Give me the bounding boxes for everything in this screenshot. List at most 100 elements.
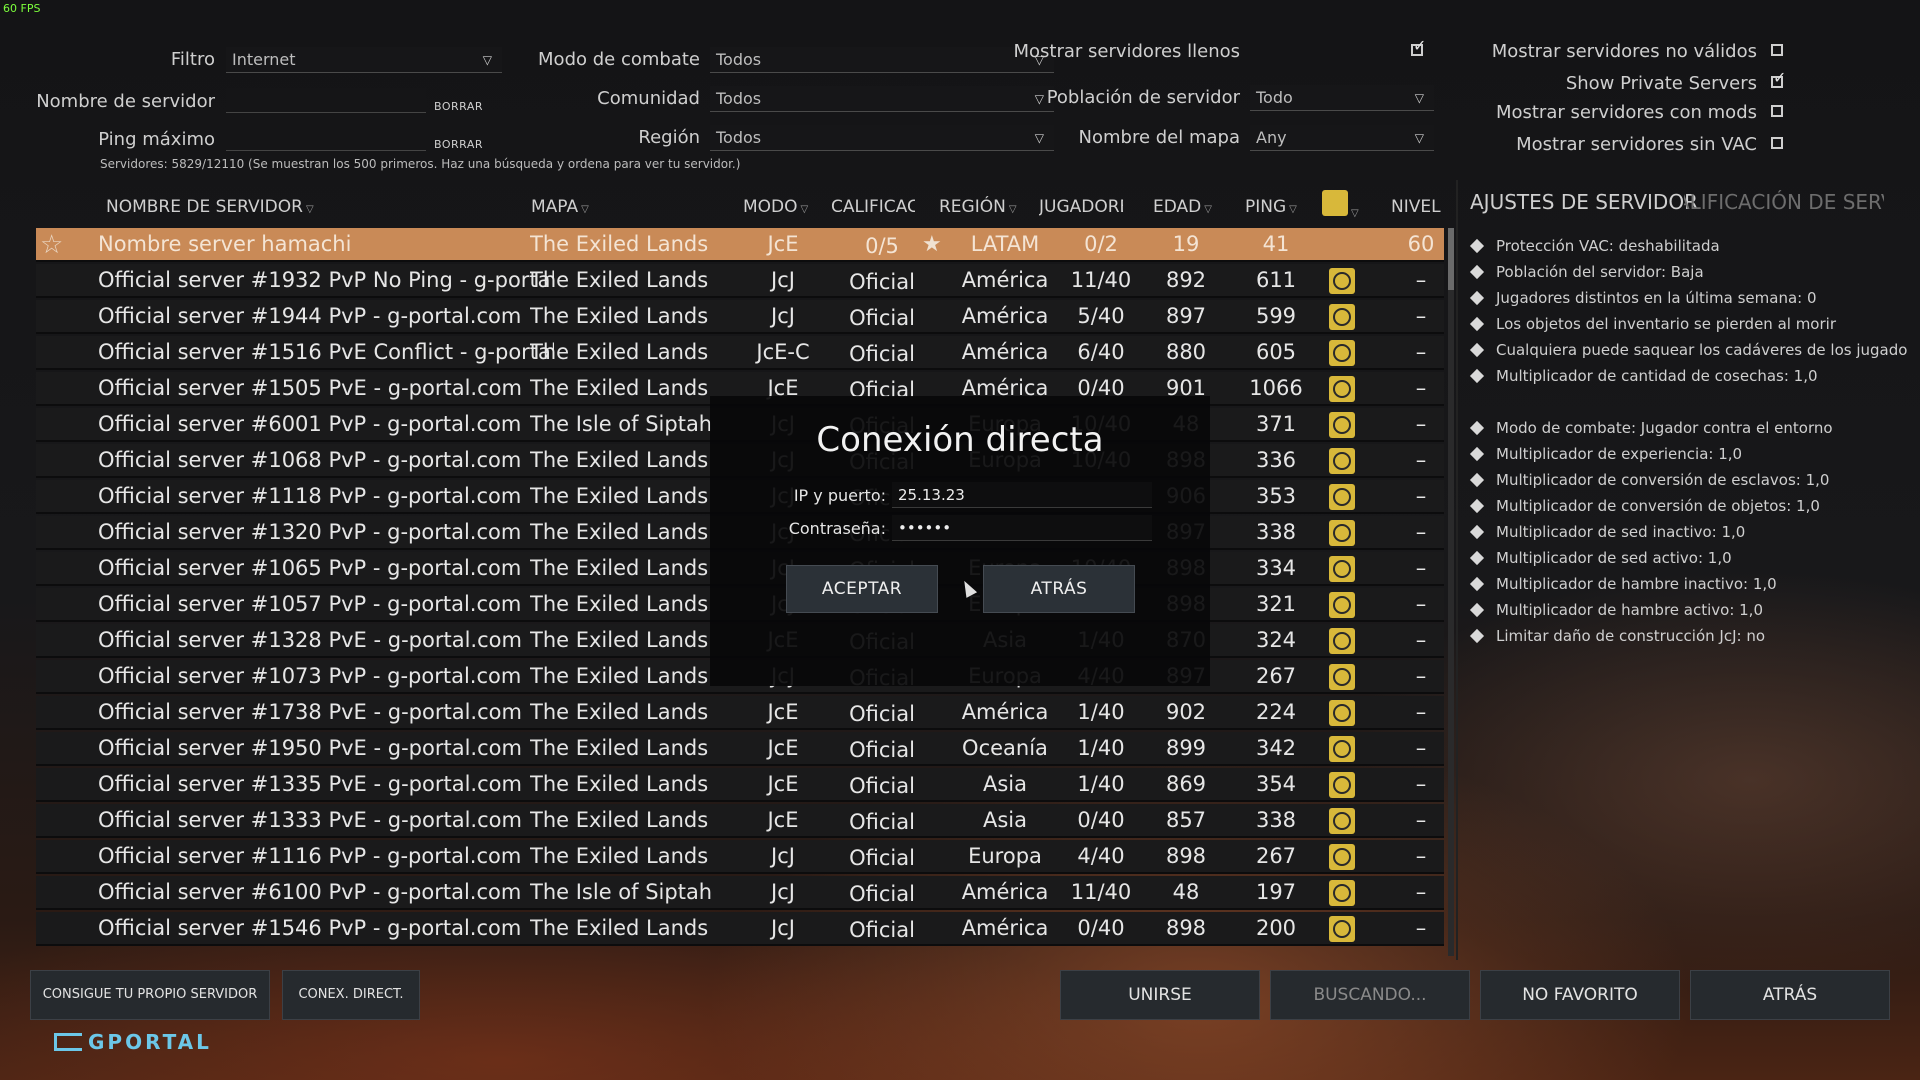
- combat-mode-dropdown[interactable]: Todos ▽: [710, 47, 1054, 73]
- table-scrollbar[interactable]: [1448, 228, 1454, 956]
- cell-map: The Exiled Lands: [530, 772, 709, 796]
- col-header-mode[interactable]: MODO ▽: [743, 197, 808, 217]
- cell-name: Official server #1057 PvP - g-portal.com: [98, 592, 522, 616]
- join-button[interactable]: UNIRSE: [1060, 970, 1260, 1020]
- battleye-icon: [1329, 448, 1355, 474]
- combat-mode-label: Modo de combate: [538, 49, 700, 70]
- region-dropdown[interactable]: Todos ▽: [710, 125, 1054, 151]
- cell-mode: JcE: [767, 772, 799, 796]
- sort-caret-icon: ▽: [800, 204, 809, 215]
- cell-name: Official server #1335 PvE - g-portal.com: [98, 772, 522, 796]
- table-row[interactable]: Official server #1333 PvE - g-portal.com…: [36, 804, 1444, 838]
- show-invalid-checkbox[interactable]: [1771, 44, 1783, 56]
- tab-server-settings[interactable]: AJUSTES DE SERVIDOR: [1470, 190, 1698, 214]
- password-input[interactable]: ••••••: [892, 515, 1152, 541]
- show-private-checkbox[interactable]: [1771, 68, 1786, 88]
- col-header-battleye[interactable]: ▽: [1322, 190, 1359, 221]
- cell-map: The Exiled Lands: [530, 232, 709, 256]
- col-header-name[interactable]: NOMBRE DE SERVIDOR ▽: [106, 197, 314, 217]
- scrollbar-thumb[interactable]: [1448, 228, 1454, 290]
- chevron-down-icon: ▽: [1414, 131, 1424, 145]
- cell-players: 1/40: [1077, 700, 1125, 724]
- cell-name: Official server #1516 PvE Conflict - g-p…: [98, 340, 554, 364]
- back-button[interactable]: ATRÁS: [983, 565, 1135, 613]
- diamond-bullet-icon: [1469, 290, 1485, 306]
- diamond-bullet-icon: [1469, 524, 1485, 540]
- population-dropdown[interactable]: Todo ▽: [1250, 85, 1434, 111]
- setting-item: Multiplicador de conversión de esclavos:…: [1469, 471, 1829, 489]
- table-row[interactable]: Official server #1738 PvE - g-portal.com…: [36, 696, 1444, 730]
- table-row[interactable]: Official server #6100 PvP - g-portal.com…: [36, 876, 1444, 910]
- cell-level: –: [1415, 340, 1427, 364]
- cell-level: –: [1415, 664, 1427, 688]
- table-row[interactable]: ☆ Nombre server hamachi The Exiled Lands Jc…: [36, 228, 1444, 262]
- cell-ping: 371: [1255, 412, 1297, 436]
- table-row[interactable]: Official server #1335 PvE - g-portal.com…: [36, 768, 1444, 802]
- cell-map: The Exiled Lands: [530, 628, 709, 652]
- table-row[interactable]: Official server #1516 PvE Conflict - g-p…: [36, 336, 1444, 370]
- show-mods-checkbox[interactable]: [1771, 105, 1783, 117]
- cell-players: 5/40: [1077, 304, 1125, 328]
- max-ping-input[interactable]: [226, 126, 426, 151]
- setting-item: Protección VAC: deshabilitada: [1469, 237, 1720, 255]
- gportal-logo-text: GPORTAL: [88, 1030, 212, 1054]
- col-header-rating[interactable]: CALIFICACI: [831, 197, 915, 217]
- cell-name: Official server #1944 PvP - g-portal.com: [98, 304, 522, 328]
- col-header-map[interactable]: MAPA ▽: [531, 197, 589, 217]
- community-dropdown[interactable]: Todos ▽: [710, 86, 1054, 112]
- col-header-players[interactable]: JUGADORE: [1039, 197, 1123, 217]
- table-row[interactable]: Official server #1116 PvP - g-portal.com…: [36, 840, 1444, 874]
- server-name-input[interactable]: [226, 88, 426, 113]
- setting-item: Multiplicador de hambre activo: 1,0: [1469, 601, 1763, 619]
- cell-mode: JcE: [767, 736, 799, 760]
- cell-level: –: [1415, 880, 1427, 904]
- cell-level: –: [1415, 520, 1427, 544]
- setting-item: Los objetos del inventario se pierden al…: [1469, 315, 1836, 333]
- sort-caret-icon: ▽: [1289, 204, 1297, 215]
- direct-connect-button[interactable]: CONEX. DIRECT.: [282, 970, 420, 1020]
- battleye-icon: [1329, 412, 1355, 438]
- cell-name: Official server #1932 PvP No Ping - g-po…: [98, 268, 554, 292]
- unfavorite-button[interactable]: NO FAVORITO: [1480, 970, 1680, 1020]
- cell-ping: 605: [1255, 340, 1297, 364]
- cell-ping: 611: [1255, 268, 1297, 292]
- cell-map: The Exiled Lands: [530, 340, 709, 364]
- col-rating-label: CALIFICACI: [831, 197, 915, 217]
- favorite-star-icon[interactable]: ☆: [40, 230, 63, 260]
- setting-item: Modo de combate: Jugador contra el entor…: [1469, 419, 1833, 437]
- clear-name-button[interactable]: BORRAR: [434, 100, 483, 113]
- diamond-bullet-icon: [1469, 420, 1485, 436]
- ip-input[interactable]: 25.13.23: [892, 482, 1152, 508]
- cell-players: 11/40: [1070, 268, 1132, 292]
- searching-button[interactable]: BUSCANDO...: [1270, 970, 1470, 1020]
- cell-players: 1/40: [1077, 772, 1125, 796]
- setting-item: Multiplicador de sed activo: 1,0: [1469, 549, 1732, 567]
- own-server-button[interactable]: CONSIGUE TU PROPIO SERVIDOR: [30, 970, 270, 1020]
- show-novac-checkbox[interactable]: [1771, 137, 1783, 149]
- col-map-label: MAPA: [531, 197, 579, 217]
- table-row[interactable]: Official server #1944 PvP - g-portal.com…: [36, 300, 1444, 334]
- gportal-logo[interactable]: GPORTAL: [54, 1030, 212, 1054]
- clear-ping-button[interactable]: BORRAR: [434, 138, 483, 151]
- back-main-button[interactable]: ATRÁS: [1690, 970, 1890, 1020]
- col-header-ping[interactable]: PING ▽: [1245, 197, 1297, 217]
- table-row[interactable]: Official server #1932 PvP No Ping - g-po…: [36, 264, 1444, 298]
- cell-name: Official server #1505 PvE - g-portal.com: [98, 376, 522, 400]
- col-header-level[interactable]: NIVEL: [1391, 197, 1441, 217]
- accept-button[interactable]: ACEPTAR: [786, 565, 938, 613]
- cell-players: 6/40: [1077, 340, 1125, 364]
- setting-item: Multiplicador de cantidad de cosechas: 1…: [1469, 367, 1818, 385]
- table-row[interactable]: Official server #1546 PvP - g-portal.com…: [36, 912, 1444, 946]
- map-name-dropdown[interactable]: Any ▽: [1250, 125, 1434, 151]
- tab-server-rating[interactable]: CALIFICACIÓN DE SERVIDOR: [1684, 190, 1884, 214]
- setting-text: Multiplicador de conversión de objetos: …: [1496, 497, 1820, 515]
- setting-text: Limitar daño de construcción JcJ: no: [1496, 627, 1766, 645]
- filter-dropdown[interactable]: Internet ▽: [226, 47, 502, 73]
- col-header-age[interactable]: EDAD ▽: [1153, 197, 1212, 217]
- show-full-label: Mostrar servidores llenos: [1013, 41, 1240, 62]
- sort-caret-icon: ▽: [581, 204, 589, 215]
- col-header-region[interactable]: REGIÓN ▽: [939, 197, 1017, 217]
- show-full-checkbox[interactable]: [1411, 36, 1426, 56]
- table-row[interactable]: Official server #1950 PvE - g-portal.com…: [36, 732, 1444, 766]
- map-name-label: Nombre del mapa: [1078, 127, 1240, 148]
